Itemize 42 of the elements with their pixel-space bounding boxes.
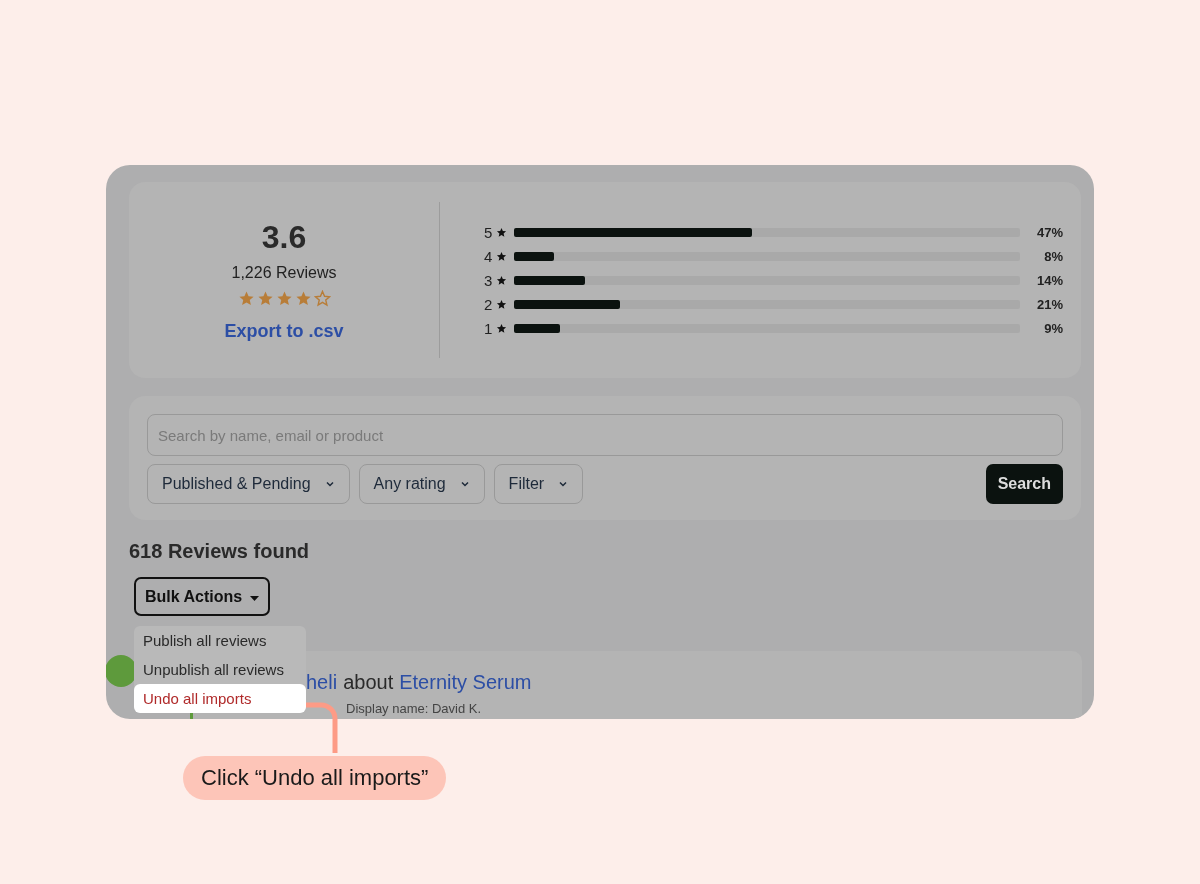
rating-percentage: 21% bbox=[1035, 296, 1063, 312]
star-level-label: 5 bbox=[484, 223, 494, 241]
average-rating: 3.6 bbox=[261, 218, 307, 256]
display-name: Display name: David K. bbox=[346, 701, 482, 716]
star-icon bbox=[496, 298, 507, 310]
filter-dropdown[interactable]: Published & Pending bbox=[147, 464, 350, 504]
rating-percentage: 9% bbox=[1043, 320, 1063, 336]
review-title-text: about bbox=[343, 671, 394, 694]
star-icon bbox=[496, 226, 507, 238]
export-link[interactable]: Export to .csv bbox=[224, 320, 344, 342]
caret-icon bbox=[250, 595, 260, 602]
star-outline-icon bbox=[313, 289, 331, 307]
reviewer-name[interactable]: heli bbox=[306, 671, 338, 694]
star-level-label: 1 bbox=[484, 319, 494, 337]
star-icon bbox=[294, 289, 312, 307]
filter-dropdown[interactable]: Filter bbox=[493, 464, 584, 504]
menu-item[interactable]: Unpublish all reviews bbox=[134, 655, 306, 684]
star-icon bbox=[256, 289, 274, 307]
star-level-label: 3 bbox=[484, 271, 494, 289]
callout-label: Click “Undo all imports” bbox=[183, 756, 447, 800]
star-icon bbox=[496, 274, 507, 286]
bulk-actions-button[interactable]: Bulk Actions bbox=[134, 577, 271, 616]
star-icon bbox=[275, 289, 293, 307]
chevron-down-icon bbox=[558, 479, 569, 489]
star-icon bbox=[496, 322, 507, 334]
rating-percentage: 47% bbox=[1035, 224, 1063, 240]
search-button[interactable]: Search bbox=[985, 464, 1063, 504]
star-level-label: 4 bbox=[484, 247, 494, 265]
filter-dropdown[interactable]: Any rating bbox=[358, 464, 485, 504]
rating-percentage: 8% bbox=[1043, 248, 1063, 264]
menu-item[interactable]: Publish all reviews bbox=[134, 626, 306, 655]
review-count: 1,226 Reviews bbox=[231, 263, 337, 282]
star-icon bbox=[496, 250, 507, 262]
product-link[interactable]: Eternity Serum bbox=[399, 671, 532, 694]
menu-item[interactable]: Undo all imports bbox=[134, 684, 306, 713]
star-icon bbox=[237, 289, 255, 307]
search-field[interactable]: Search by name, email or product bbox=[147, 414, 1063, 456]
chevron-down-icon bbox=[459, 479, 470, 489]
star-level-label: 2 bbox=[484, 295, 494, 313]
rating-percentage: 14% bbox=[1035, 272, 1063, 288]
results-count: 618 Reviews found bbox=[129, 540, 311, 563]
chevron-down-icon bbox=[324, 479, 335, 489]
